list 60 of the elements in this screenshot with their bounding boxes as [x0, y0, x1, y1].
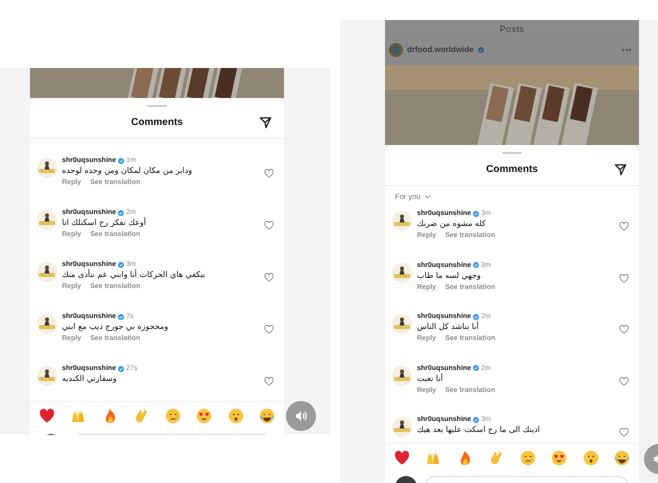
avatar-icon — [389, 42, 403, 56]
sheet-title: Comments — [131, 117, 183, 128]
verified-icon — [473, 365, 480, 371]
heart-icon[interactable] — [394, 450, 410, 466]
verified-icon — [473, 416, 480, 422]
heart-icon[interactable] — [619, 325, 629, 334]
comment-text: اذيتك الى ما رح اسكت عليها بعد هيك — [417, 425, 540, 434]
verified-icon — [118, 262, 124, 268]
laughing-face-icon[interactable] — [258, 408, 275, 424]
heart-eyes-face-icon[interactable] — [196, 408, 212, 424]
send-icon[interactable] — [614, 163, 627, 176]
heart-icon[interactable] — [39, 408, 55, 424]
chevron-down-icon — [424, 194, 432, 199]
verified-icon — [473, 210, 480, 216]
heart-eyes-face-icon[interactable] — [551, 450, 568, 466]
comment-text: أنا بناشد كل الناس — [417, 322, 479, 331]
heart-icon[interactable] — [619, 376, 629, 386]
avatar-icon — [392, 262, 412, 282]
laughing-face-icon[interactable] — [614, 450, 630, 466]
verified-icon — [118, 158, 124, 164]
heart-icon[interactable] — [619, 274, 629, 282]
comment-text: ومحجوزه بي جورج ديب مع ابني — [62, 322, 168, 331]
verified-icon — [118, 314, 124, 320]
comment-text: وداير من مكان لمكان ومن وحده لوحده — [62, 166, 192, 175]
surprised-face-icon[interactable] — [228, 408, 244, 424]
verified-icon — [118, 366, 124, 372]
comment-text: كله مشوه من ضربك — [417, 219, 486, 228]
heart-icon[interactable] — [264, 377, 274, 386]
avatar-icon — [37, 366, 57, 386]
avatar-icon — [37, 210, 57, 230]
avatar-icon — [392, 366, 412, 386]
account-name[interactable]: drfood.worldwide — [407, 45, 474, 54]
avatar-icon — [392, 417, 412, 437]
comment-text: وسفارتي الكنديه — [62, 374, 117, 383]
avatar-icon — [392, 314, 412, 334]
verified-icon — [478, 46, 484, 52]
send-icon[interactable] — [259, 116, 272, 129]
heart-icon[interactable] — [264, 273, 274, 282]
avatar-icon — [37, 158, 57, 178]
sheet-title: Comments — [486, 164, 538, 175]
heart-icon[interactable] — [264, 325, 274, 334]
verified-icon — [118, 210, 124, 216]
avatar-icon — [392, 211, 412, 231]
volume-button[interactable] — [286, 401, 316, 431]
verified-icon — [473, 314, 480, 320]
heart-icon[interactable] — [619, 222, 629, 231]
crying-face-icon[interactable] — [520, 450, 536, 466]
comment-text: أنا تعبت — [417, 374, 443, 382]
crying-face-icon[interactable] — [164, 408, 181, 424]
comment-text: أوعك تفكر رح اسكتلك اتا — [62, 218, 146, 227]
comment-text: وجهي لسه ما طاب — [417, 270, 481, 280]
heart-icon[interactable] — [619, 428, 629, 437]
comment-text: بيكفي هاي الحركات أنا وابني عم نتأذى منك — [62, 270, 206, 279]
avatar-icon — [37, 262, 57, 282]
surprised-face-icon[interactable] — [582, 450, 599, 466]
avatar-icon — [37, 314, 57, 334]
verified-icon — [473, 262, 480, 268]
heart-icon[interactable] — [264, 221, 274, 230]
heart-icon[interactable] — [264, 169, 274, 178]
more-icon[interactable] — [620, 46, 633, 52]
